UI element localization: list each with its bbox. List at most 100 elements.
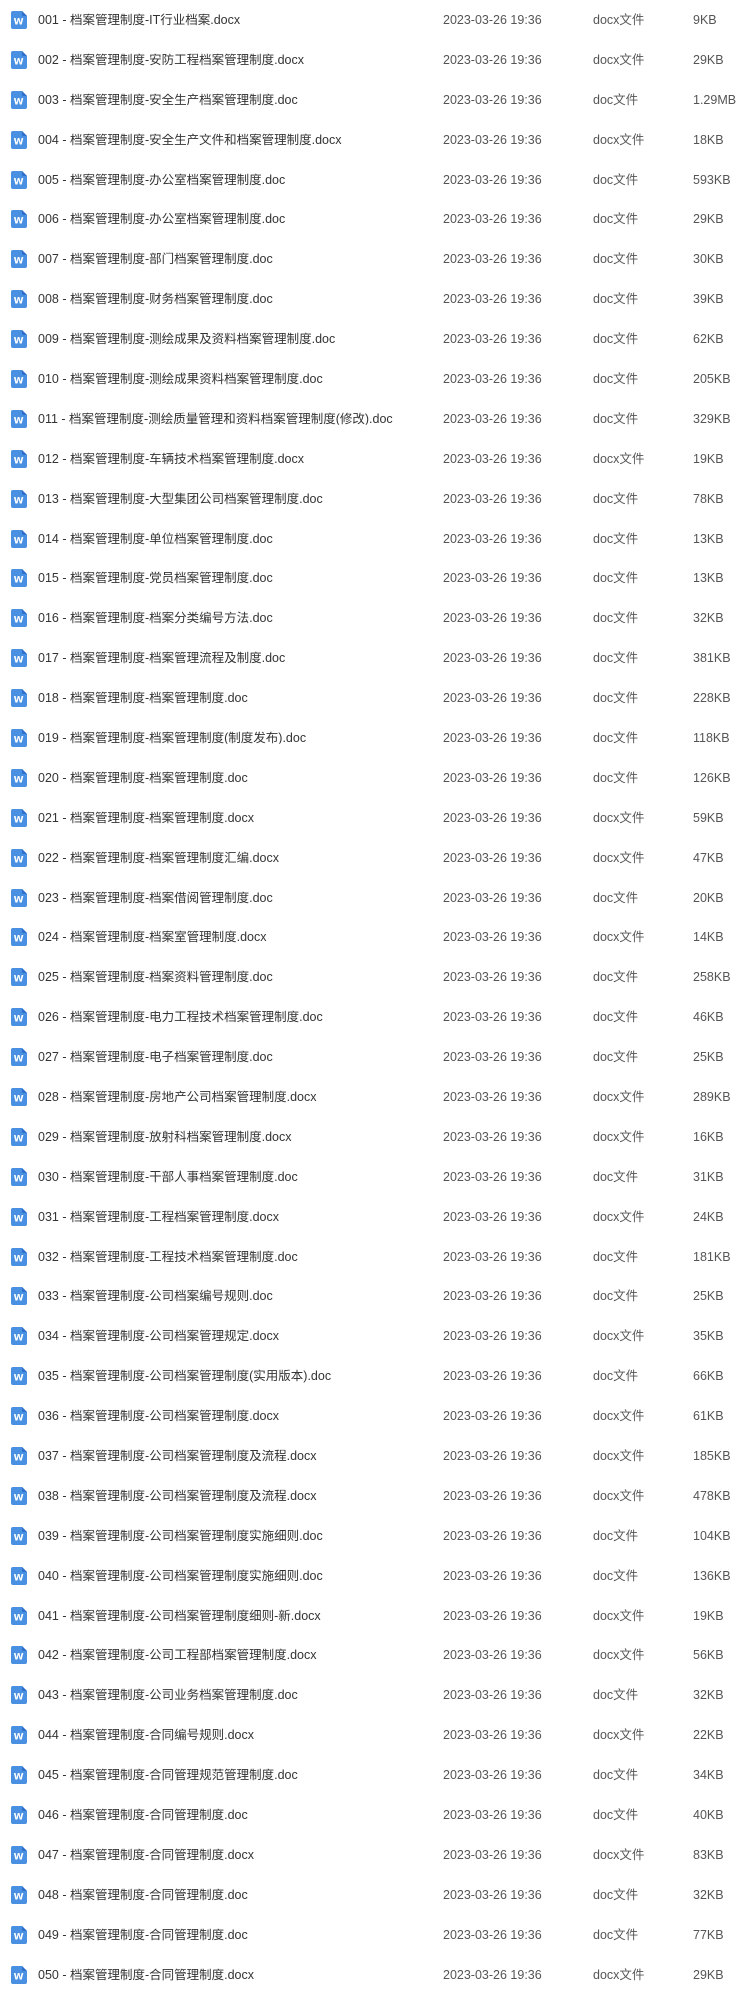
- file-size: 32KB: [693, 1887, 724, 1902]
- file-name: 040 - 档案管理制度-公司档案管理制度实施细则.doc: [38, 1569, 323, 1582]
- file-row[interactable]: W 037 - 档案管理制度-公司档案管理制度及流程.docx 2023-03-…: [0, 1436, 740, 1476]
- file-row[interactable]: W 006 - 档案管理制度-办公室档案管理制度.doc 2023-03-26 …: [0, 199, 740, 239]
- file-name: 033 - 档案管理制度-公司档案编号规则.doc: [38, 1290, 273, 1303]
- file-row[interactable]: W 024 - 档案管理制度-档案室管理制度.docx 2023-03-26 1…: [0, 917, 740, 957]
- file-row[interactable]: W 033 - 档案管理制度-公司档案编号规则.doc 2023-03-26 1…: [0, 1277, 740, 1317]
- file-size: 25KB: [693, 1289, 724, 1304]
- file-name: 014 - 档案管理制度-单位档案管理制度.doc: [38, 532, 273, 545]
- file-size: 136KB: [693, 1568, 731, 1583]
- file-row[interactable]: W 043 - 档案管理制度-公司业务档案管理制度.doc 2023-03-26…: [0, 1675, 740, 1715]
- file-row[interactable]: W 041 - 档案管理制度-公司档案管理制度细则-新.docx 2023-03…: [0, 1596, 740, 1636]
- file-row[interactable]: W 030 - 档案管理制度-干部人事档案管理制度.doc 2023-03-26…: [0, 1157, 740, 1197]
- file-row[interactable]: W 031 - 档案管理制度-工程档案管理制度.docx 2023-03-26 …: [0, 1197, 740, 1237]
- file-row[interactable]: W 038 - 档案管理制度-公司档案管理制度及流程.docx 2023-03-…: [0, 1476, 740, 1516]
- file-row[interactable]: W 018 - 档案管理制度-档案管理制度.doc 2023-03-26 19:…: [0, 678, 740, 718]
- file-row[interactable]: W 046 - 档案管理制度-合同管理制度.doc 2023-03-26 19:…: [0, 1795, 740, 1835]
- file-row[interactable]: W 042 - 档案管理制度-公司工程部档案管理制度.docx 2023-03-…: [0, 1636, 740, 1676]
- file-modified-date: 2023-03-26 19:36: [443, 212, 542, 227]
- file-name: 006 - 档案管理制度-办公室档案管理制度.doc: [38, 213, 286, 226]
- file-row[interactable]: W 021 - 档案管理制度-档案管理制度.docx 2023-03-26 19…: [0, 798, 740, 838]
- word-document-icon: W: [11, 1447, 27, 1465]
- file-row[interactable]: W 047 - 档案管理制度-合同管理制度.docx 2023-03-26 19…: [0, 1835, 740, 1875]
- file-name: 002 - 档案管理制度-安防工程档案管理制度.docx: [38, 53, 305, 67]
- file-row[interactable]: W 044 - 档案管理制度-合同编号规则.docx 2023-03-26 19…: [0, 1715, 740, 1755]
- file-modified-date: 2023-03-26 19:36: [443, 1688, 542, 1703]
- file-modified-date: 2023-03-26 19:36: [443, 451, 542, 466]
- file-row[interactable]: W 012 - 档案管理制度-车辆技术档案管理制度.docx 2023-03-2…: [0, 439, 740, 479]
- file-row[interactable]: W 039 - 档案管理制度-公司档案管理制度实施细则.doc 2023-03-…: [0, 1516, 740, 1556]
- file-row[interactable]: W 045 - 档案管理制度-合同管理规范管理制度.doc 2023-03-26…: [0, 1755, 740, 1795]
- file-size: 40KB: [693, 1807, 724, 1822]
- word-document-icon: W: [11, 649, 27, 668]
- svg-text:W: W: [14, 1653, 24, 1663]
- file-row[interactable]: W 019 - 档案管理制度-档案管理制度(制度发布).doc 2023-03-…: [0, 718, 740, 758]
- file-row[interactable]: W 027 - 档案管理制度-电子档案管理制度.doc 2023-03-26 1…: [0, 1037, 740, 1077]
- svg-text:W: W: [14, 855, 24, 865]
- word-document-icon: W: [11, 1965, 27, 1984]
- word-document-icon: W: [11, 888, 27, 907]
- file-modified-date: 2023-03-26 19:36: [443, 1528, 542, 1543]
- file-row[interactable]: W 017 - 档案管理制度-档案管理流程及制度.doc 2023-03-26 …: [0, 638, 740, 678]
- file-row[interactable]: W 008 - 档案管理制度-财务档案管理制度.doc 2023-03-26 1…: [0, 279, 740, 319]
- file-row[interactable]: W 050 - 档案管理制度-合同管理制度.docx 2023-03-26 19…: [0, 1955, 740, 1995]
- file-type: docx文件: [593, 1727, 645, 1742]
- file-row[interactable]: W 022 - 档案管理制度-档案管理制度汇编.docx 2023-03-26 …: [0, 838, 740, 878]
- file-row[interactable]: W 036 - 档案管理制度-公司档案管理制度.docx 2023-03-26 …: [0, 1396, 740, 1436]
- file-row[interactable]: W 010 - 档案管理制度-测绘成果资料档案管理制度.doc 2023-03-…: [0, 359, 740, 399]
- file-type: docx文件: [593, 1329, 645, 1344]
- file-row[interactable]: W 014 - 档案管理制度-单位档案管理制度.doc 2023-03-26 1…: [0, 519, 740, 559]
- word-document-icon: W: [11, 609, 27, 628]
- file-size: 14KB: [693, 930, 724, 945]
- file-name: 029 - 档案管理制度-放射科档案管理制度.docx: [38, 1130, 292, 1144]
- file-row[interactable]: W 007 - 档案管理制度-部门档案管理制度.doc 2023-03-26 1…: [0, 239, 740, 279]
- file-row[interactable]: W 003 - 档案管理制度-安全生产档案管理制度.doc 2023-03-26…: [0, 80, 740, 120]
- file-row[interactable]: W 005 - 档案管理制度-办公室档案管理制度.doc 2023-03-26 …: [0, 160, 740, 200]
- file-row[interactable]: W 004 - 档案管理制度-安全生产文件和档案管理制度.docx 2023-0…: [0, 120, 740, 160]
- file-row[interactable]: W 016 - 档案管理制度-档案分类编号方法.doc 2023-03-26 1…: [0, 598, 740, 638]
- file-name: 042 - 档案管理制度-公司工程部档案管理制度.docx: [38, 1649, 317, 1662]
- file-type: doc文件: [593, 1688, 639, 1703]
- word-document-icon: W: [11, 170, 27, 189]
- file-row[interactable]: W 013 - 档案管理制度-大型集团公司档案管理制度.doc 2023-03-…: [0, 479, 740, 519]
- file-row[interactable]: W 049 - 档案管理制度-合同管理制度.doc 2023-03-26 19:…: [0, 1915, 740, 1955]
- file-modified-date: 2023-03-26 19:36: [443, 1089, 542, 1104]
- svg-text:W: W: [14, 1533, 24, 1543]
- file-type: doc文件: [593, 491, 639, 506]
- file-row[interactable]: W 034 - 档案管理制度-公司档案管理规定.docx 2023-03-26 …: [0, 1316, 740, 1356]
- file-row[interactable]: W 040 - 档案管理制度-公司档案管理制度实施细则.doc 2023-03-…: [0, 1556, 740, 1596]
- file-row[interactable]: W 025 - 档案管理制度-档案资料管理制度.doc 2023-03-26 1…: [0, 957, 740, 997]
- file-row[interactable]: W 009 - 档案管理制度-测绘成果及资料档案管理制度.doc 2023-03…: [0, 319, 740, 359]
- file-size: 1.29MB: [693, 92, 737, 107]
- file-type: doc文件: [593, 212, 639, 227]
- file-type: doc文件: [593, 1927, 639, 1942]
- file-row[interactable]: W 011 - 档案管理制度-测绘质量管理和资料档案管理制度(修改).doc 2…: [0, 399, 740, 439]
- svg-text:W: W: [14, 1015, 24, 1025]
- file-size: 9KB: [693, 12, 717, 27]
- file-row[interactable]: W 029 - 档案管理制度-放射科档案管理制度.docx 2023-03-26…: [0, 1117, 740, 1157]
- word-document-icon: W: [11, 1806, 27, 1825]
- file-row[interactable]: W 035 - 档案管理制度-公司档案管理制度(实用版本).doc 2023-0…: [0, 1356, 740, 1396]
- file-row[interactable]: W 032 - 档案管理制度-工程技术档案管理制度.doc 2023-03-26…: [0, 1237, 740, 1277]
- file-name: 048 - 档案管理制度-合同管理制度.doc: [38, 1888, 248, 1902]
- file-size: 289KB: [693, 1089, 731, 1104]
- file-row[interactable]: W 026 - 档案管理制度-电力工程技术档案管理制度.doc 2023-03-…: [0, 997, 740, 1037]
- file-size: 228KB: [693, 690, 731, 705]
- file-name: 025 - 档案管理制度-档案资料管理制度.doc: [38, 971, 273, 984]
- file-name: 038 - 档案管理制度-公司档案管理制度及流程.docx: [38, 1489, 317, 1503]
- file-row[interactable]: W 048 - 档案管理制度-合同管理制度.doc 2023-03-26 19:…: [0, 1875, 740, 1915]
- svg-text:W: W: [14, 57, 24, 67]
- file-modified-date: 2023-03-26 19:36: [443, 850, 542, 865]
- file-name: 020 - 档案管理制度-档案管理制度.doc: [38, 771, 248, 785]
- file-row[interactable]: W 015 - 档案管理制度-党员档案管理制度.doc 2023-03-26 1…: [0, 558, 740, 598]
- file-row[interactable]: W 001 - 档案管理制度-IT行业档案.docx 2023-03-26 19…: [0, 0, 740, 40]
- svg-text:W: W: [14, 1892, 24, 1902]
- file-row[interactable]: W 020 - 档案管理制度-档案管理制度.doc 2023-03-26 19:…: [0, 758, 740, 798]
- file-name: 017 - 档案管理制度-档案管理流程及制度.doc: [38, 651, 286, 665]
- word-document-icon: W: [11, 848, 27, 867]
- file-row[interactable]: W 002 - 档案管理制度-安防工程档案管理制度.docx 2023-03-2…: [0, 40, 740, 80]
- file-name: 018 - 档案管理制度-档案管理制度.doc: [38, 691, 248, 705]
- file-row[interactable]: W 028 - 档案管理制度-房地产公司档案管理制度.docx 2023-03-…: [0, 1077, 740, 1117]
- file-row[interactable]: W 023 - 档案管理制度-档案借阅管理制度.doc 2023-03-26 1…: [0, 878, 740, 918]
- file-size: 29KB: [693, 52, 724, 67]
- file-size: 13KB: [693, 571, 724, 586]
